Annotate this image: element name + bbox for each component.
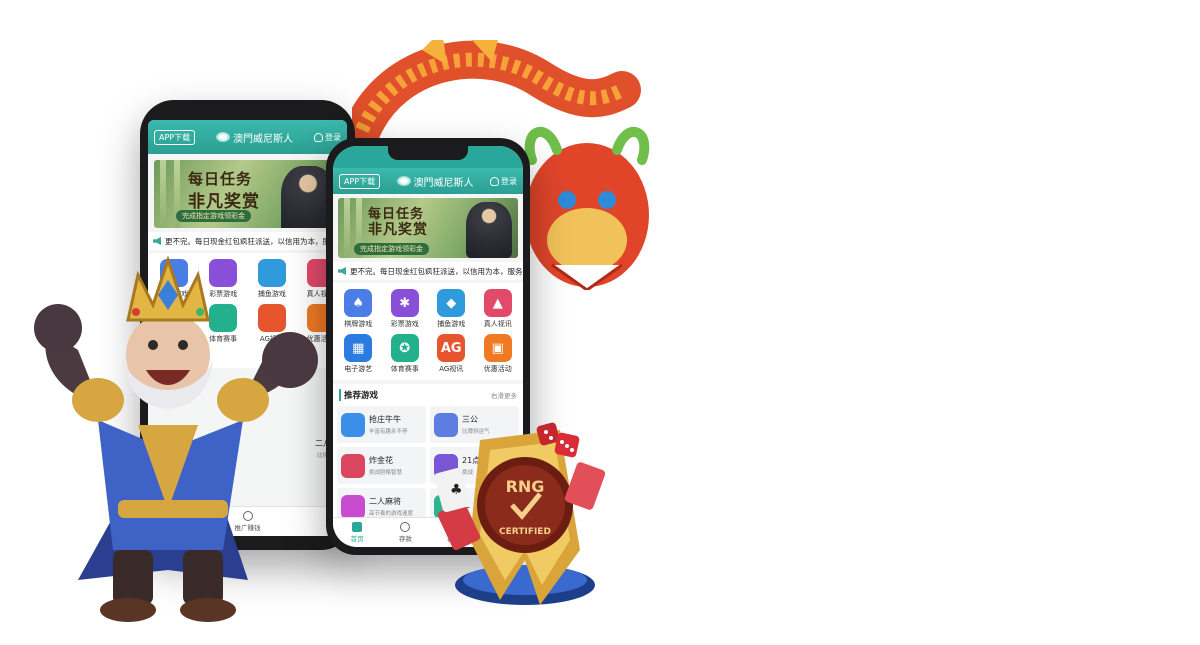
category-label: 体育赛事	[390, 365, 419, 373]
announcement-bar[interactable]: 更不完。每日现金红包疯狂派送，以信用为本，服务	[148, 232, 347, 250]
bamboo-decor	[160, 160, 166, 228]
banner-line2: 非凡奖赏	[368, 222, 428, 238]
card-club-icon: ♣	[450, 482, 463, 498]
announcement-bar[interactable]: 更不完。每日现金红包疯狂派送，以信用为本，服务为上	[333, 262, 523, 280]
announcement-text: 更不完。每日现金红包疯狂派送，以信用为本，服务为上	[350, 266, 523, 276]
banner-subtitle: 完成指定游戏领彩金	[354, 243, 429, 255]
category-label: 真人视讯	[483, 320, 512, 328]
flame-icon: ▲	[483, 289, 512, 317]
certified-text: CERTIFIED	[499, 527, 551, 537]
logo-icon	[396, 176, 411, 186]
app-header: APP下载 澳門威尼斯人 登录	[148, 120, 347, 154]
category-label: 电子游艺	[344, 365, 373, 373]
section-title: 推荐游戏	[339, 389, 378, 401]
game-name: 二人麻将	[369, 497, 401, 506]
brand-text: 澳門威尼斯人	[413, 177, 474, 189]
user-icon	[314, 132, 323, 142]
home-icon	[352, 522, 363, 532]
camera-notch	[388, 146, 468, 160]
tab-home[interactable]: 首页	[351, 522, 364, 543]
login-label: 登录	[501, 176, 517, 186]
tab-label: 首页	[350, 535, 364, 543]
category-label: AG视讯	[439, 365, 464, 373]
brand-title: 澳門威尼斯人	[216, 130, 293, 145]
game-desc: 挑战胆略智慧	[369, 470, 403, 476]
promo-banner[interactable]: 每日任务 非凡奖赏 完成指定游戏领彩金	[154, 160, 341, 228]
game-text: 炸金花 挑战胆略智慧	[369, 455, 402, 476]
category-label: 捕鱼游戏	[437, 320, 466, 328]
dice-icon	[536, 422, 580, 458]
tab-label: 存款	[398, 535, 412, 543]
ball-icon: ✪	[390, 334, 419, 362]
category-grid: ♠ 棋牌游戏 ✱ 彩票游戏 ◆ 捕鱼游戏 ▲ 真人视讯 ▦ 电子游艺 ✪ 体育赛事 AG AG视讯 ▣ 优惠活…	[333, 283, 523, 380]
category-fish[interactable]: ◆ 捕鱼游戏	[428, 289, 475, 329]
game-card[interactable]: 抢庄牛牛丰富有趣永不停	[337, 406, 426, 443]
deposit-icon	[400, 522, 411, 532]
category-ball[interactable]: ✪ 体育赛事	[382, 334, 429, 374]
announcement-text: 更不完。每日现金红包疯狂派送，以信用为本，服务	[165, 236, 338, 246]
category-flame[interactable]: ▲ 真人视讯	[475, 289, 522, 329]
category-label: 优惠活动	[483, 365, 512, 373]
category-cards[interactable]: ♠ 棋牌游戏	[335, 289, 382, 329]
golden-flower-icon	[341, 453, 365, 478]
login-label: 登录	[325, 132, 341, 142]
section-more-link[interactable]: 右滑更多	[491, 390, 517, 400]
app-download-button[interactable]: APP下载	[339, 173, 381, 189]
login-button[interactable]: 登录	[314, 132, 341, 143]
game-desc: 丰富有趣永不停	[369, 429, 408, 435]
user-icon	[490, 176, 499, 186]
warrior-image	[466, 202, 512, 258]
banner-line2: 非凡奖赏	[188, 192, 260, 212]
promo-banner[interactable]: 每日任务 非凡奖赏 完成指定游戏领彩金	[338, 198, 518, 258]
category-slot[interactable]: ▦ 电子游艺	[335, 334, 382, 374]
logo-icon	[216, 132, 231, 142]
rng-certified-badge: RNG CERTIFIED ♣	[434, 430, 606, 605]
king-character	[34, 255, 318, 622]
login-button[interactable]: 登录	[490, 176, 517, 187]
banner-line1: 每日任务	[188, 170, 253, 188]
category-pinwheel[interactable]: ✱ 彩票游戏	[382, 289, 429, 329]
fish-icon: ◆	[437, 289, 466, 317]
category-label: 彩票游戏	[390, 320, 419, 328]
game-name: 抢庄牛牛	[369, 415, 401, 424]
category-ag[interactable]: AG AG视讯	[428, 334, 475, 374]
gift-icon: ▣	[483, 334, 512, 362]
game-text: 二人麻将高节奏的游戏速度	[369, 496, 413, 517]
mahjong-icon	[341, 494, 365, 519]
category-gift[interactable]: ▣ 优惠活动	[475, 334, 522, 374]
game-name: 炸金花	[369, 456, 393, 465]
game-card[interactable]: 炸金花 挑战胆略智慧	[337, 447, 426, 484]
brand-title: 澳門威尼斯人	[396, 174, 474, 189]
section-header: 推荐游戏 右滑更多	[333, 384, 523, 406]
cards-icon: ♠	[344, 289, 373, 317]
tab-deposit[interactable]: 存款	[399, 522, 412, 543]
pinwheel-icon: ✱	[390, 289, 419, 317]
app-download-button[interactable]: APP下载	[154, 129, 196, 145]
brand-text: 澳門威尼斯人	[233, 133, 294, 145]
category-label: 棋牌游戏	[344, 320, 373, 328]
bamboo-decor	[344, 198, 350, 258]
game-text: 抢庄牛牛丰富有趣永不停	[369, 414, 408, 435]
banner-subtitle: 完成指定游戏领彩金	[176, 210, 251, 222]
speaker-icon	[153, 237, 161, 245]
game-desc: 高节奏的游戏速度	[369, 511, 414, 517]
speaker-icon	[338, 267, 346, 275]
bull-icon	[341, 412, 365, 437]
app-header: APP下载 澳門威尼斯人 登录	[333, 168, 523, 194]
slot-icon: ▦	[344, 334, 373, 362]
ag-icon: AG	[437, 334, 466, 362]
